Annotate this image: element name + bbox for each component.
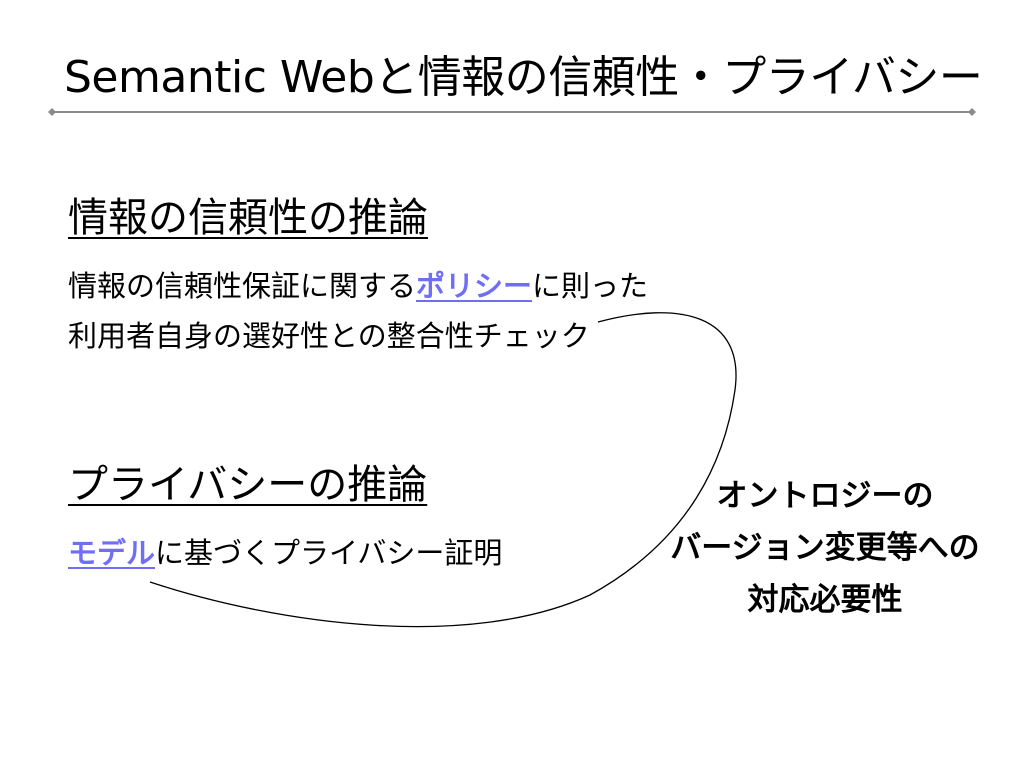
trust-line-1-text-before: 情報の信頼性保証に関する xyxy=(68,269,417,303)
callout-line-2: バージョン変更等への xyxy=(670,530,980,566)
callout-line-1: オントロジーの xyxy=(716,478,934,514)
title-divider xyxy=(48,108,976,116)
privacy-line-text-after: に基づくプライバシー証明 xyxy=(155,536,503,570)
section-heading-privacy: プライバシーの推論 xyxy=(68,462,428,508)
policy-link[interactable]: ポリシー xyxy=(416,269,532,303)
callout-line-3: 対応必要性 xyxy=(747,582,903,618)
trust-line-1-text-after: に則った xyxy=(532,269,649,303)
slide-title: Semantic Webと情報の信頼性・プライバシー xyxy=(64,52,983,103)
trust-line-1: 情報の信頼性保証に関するポリシーに則った xyxy=(68,266,648,306)
slide: Semantic Webと情報の信頼性・プライバシー 情報の信頼性の推論 情報の… xyxy=(0,0,1024,768)
trust-line-2: 利用者自身の選好性との整合性チェック xyxy=(68,319,590,353)
model-link[interactable]: モデル xyxy=(68,536,155,570)
callout-note: オントロジーの バージョン変更等への 対応必要性 xyxy=(640,470,1010,626)
section-heading-trust: 情報の信頼性の推論 xyxy=(68,195,428,241)
privacy-line: モデルに基づくプライバシー証明 xyxy=(68,533,502,573)
